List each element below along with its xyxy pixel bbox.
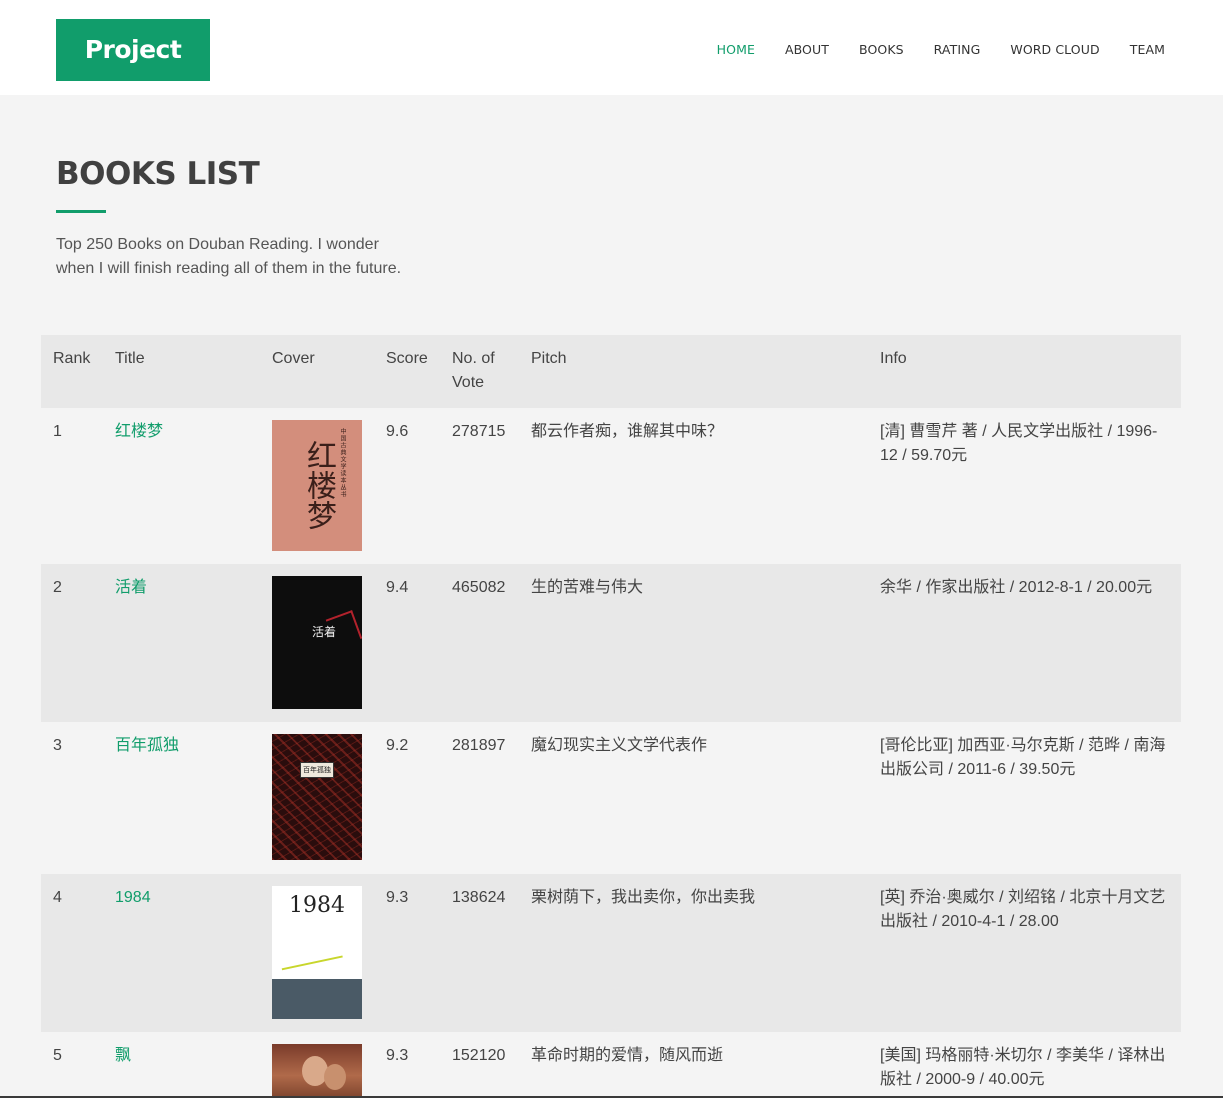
header-pitch: Pitch: [531, 350, 567, 367]
header-score: Score: [386, 350, 428, 367]
section-title: BOOKS LIST: [56, 156, 260, 192]
score-cell: 9.3: [386, 889, 409, 906]
title-cell: 飘: [103, 1032, 260, 1098]
title-cell: 活着: [103, 564, 260, 722]
cover-bottom-band: [272, 979, 362, 1019]
nav-rating[interactable]: RATING: [934, 42, 981, 57]
nav-home[interactable]: HOME: [717, 42, 755, 57]
nav-books[interactable]: BOOKS: [859, 42, 904, 57]
book-cover-image[interactable]: 红楼梦 中国古典文学读本丛书: [272, 420, 362, 551]
book-cover-image[interactable]: 活着: [272, 576, 362, 709]
cover-figure: [324, 1064, 346, 1090]
header-rank: Rank: [53, 350, 91, 367]
cover-title-text: 活着: [312, 625, 337, 639]
site-header: Project HOME ABOUT BOOKS RATING WORD CLO…: [0, 0, 1223, 95]
pitch-cell: 革命时期的爱情，随风而逝: [531, 1047, 724, 1064]
table-row: 1 红楼梦 红楼梦 中国古典文学读本丛书 9.6 278715 都云作者痴，谁解…: [41, 408, 1181, 564]
book-cover-image[interactable]: [272, 1044, 362, 1098]
header-cover: Cover: [272, 350, 315, 367]
header-info: Info: [880, 350, 907, 367]
book-title-link[interactable]: 红楼梦: [115, 423, 163, 440]
rank-cell: 5: [53, 1047, 62, 1064]
cover-cell: 活着: [260, 564, 374, 722]
info-cell: [美国] 玛格丽特·米切尔 / 李美华 / 译林出版社 / 2000-9 / 4…: [880, 1047, 1166, 1088]
rank-cell: 2: [53, 579, 62, 596]
title-cell: 红楼梦: [103, 408, 260, 564]
book-title-link[interactable]: 百年孤独: [115, 737, 179, 754]
info-cell: 余华 / 作家出版社 / 2012-8-1 / 20.00元: [880, 579, 1153, 596]
cover-signature-mark: [279, 943, 343, 971]
votes-cell: 138624: [452, 889, 506, 906]
cover-cell: 红楼梦 中国古典文学读本丛书: [260, 408, 374, 564]
pitch-cell: 生的苦难与伟大: [531, 579, 644, 596]
info-cell: [清] 曹雪芹 著 / 人民文学出版社 / 1996-12 / 59.70元: [880, 423, 1158, 464]
cover-cell: 百年孤独: [260, 722, 374, 874]
score-cell: 9.3: [386, 1047, 409, 1064]
rank-cell: 3: [53, 737, 62, 754]
books-table: Rank Title Cover Score No. of Vote Pitch…: [41, 335, 1181, 1098]
votes-cell: 152120: [452, 1047, 506, 1064]
score-cell: 9.4: [386, 579, 409, 596]
table-row: 5 飘 9.3 152120 革命时期的爱情，随风而逝 [美国] 玛格丽特·米切…: [41, 1032, 1181, 1098]
nav-word-cloud[interactable]: WORD CLOUD: [1010, 42, 1099, 57]
table-header-row: Rank Title Cover Score No. of Vote Pitch…: [41, 335, 1181, 408]
table-row: 3 百年孤独 百年孤独 9.2 281897 魔幻现实主义文学代表作 [哥伦比亚…: [41, 722, 1181, 874]
score-cell: 9.6: [386, 423, 409, 440]
rank-cell: 1: [53, 423, 62, 440]
votes-cell: 281897: [452, 737, 506, 754]
pitch-cell: 栗树荫下，我出卖你，你出卖我: [531, 889, 756, 906]
cover-title-text: 百年孤独: [300, 762, 334, 778]
header-title: Title: [115, 350, 145, 367]
table-row: 4 1984 1984 9.3 138624 栗树荫下，我出卖你，你出卖我 [英…: [41, 874, 1181, 1032]
main-nav: HOME ABOUT BOOKS RATING WORD CLOUD TEAM: [687, 42, 1165, 57]
table-row: 2 活着 活着 9.4 465082 生的苦难与伟大 余华 / 作家出版社 / …: [41, 564, 1181, 722]
title-cell: 百年孤独: [103, 722, 260, 874]
pitch-cell: 都云作者痴，谁解其中味？: [531, 423, 724, 440]
title-cell: 1984: [103, 874, 260, 1032]
book-title-link[interactable]: 飘: [115, 1047, 131, 1064]
cover-cell: 1984: [260, 874, 374, 1032]
cover-cell: [260, 1032, 374, 1098]
pitch-cell: 魔幻现实主义文学代表作: [531, 737, 708, 754]
logo[interactable]: Project: [56, 19, 210, 81]
nav-about[interactable]: ABOUT: [785, 42, 829, 57]
book-title-link[interactable]: 活着: [115, 579, 147, 596]
book-cover-image[interactable]: 1984: [272, 886, 362, 1019]
book-title-link[interactable]: 1984: [115, 889, 151, 906]
book-cover-image[interactable]: 百年孤独: [272, 734, 362, 860]
cover-title-text: 1984: [289, 893, 345, 918]
votes-cell: 278715: [452, 423, 506, 440]
nav-team[interactable]: TEAM: [1130, 42, 1165, 57]
section-intro: Top 250 Books on Douban Reading. I wonde…: [56, 236, 402, 277]
score-cell: 9.2: [386, 737, 409, 754]
rank-cell: 4: [53, 889, 62, 906]
info-cell: [英] 乔治·奥威尔 / 刘绍铭 / 北京十月文艺出版社 / 2010-4-1 …: [880, 889, 1166, 930]
cover-series-text: 中国古典文学读本丛书: [339, 428, 345, 498]
info-cell: [哥伦比亚] 加西亚·马尔克斯 / 范晔 / 南海出版公司 / 2011-6 /…: [880, 737, 1166, 778]
votes-cell: 465082: [452, 579, 506, 596]
header-votes: No. of Vote: [452, 350, 495, 391]
cover-pattern: [272, 734, 362, 860]
title-underline: [56, 210, 106, 213]
